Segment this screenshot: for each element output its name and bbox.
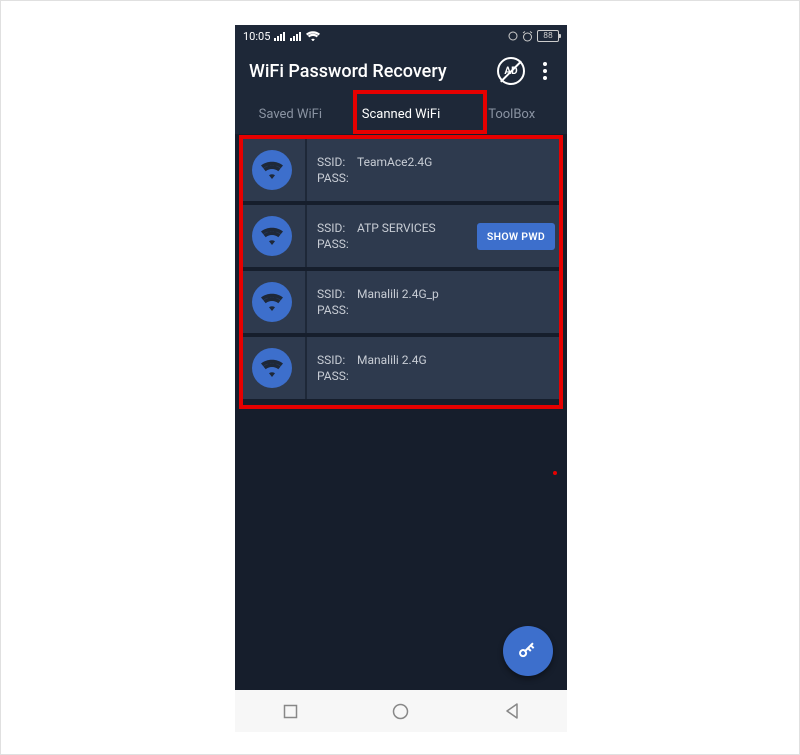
wifi-icon-cell — [239, 337, 307, 399]
red-dot — [553, 471, 557, 475]
signal-icon — [290, 31, 302, 41]
tab-saved-wifi[interactable]: Saved WiFi — [235, 95, 346, 134]
home-button[interactable] — [391, 701, 411, 721]
status-time: 10:05 — [243, 30, 270, 43]
show-password-button[interactable]: SHOW PWD — [477, 223, 555, 250]
wifi-icon-cell — [239, 139, 307, 201]
page-title: WiFi Password Recovery — [249, 61, 497, 82]
pass-label: PASS: — [317, 369, 351, 383]
recent-apps-button[interactable] — [280, 701, 300, 721]
wifi-list-item[interactable]: SSID: Manalili 2.4G PASS: — [239, 337, 563, 399]
pass-label: PASS: — [317, 171, 351, 185]
content-area: SSID: TeamAce2.4G PASS: SSID: ATP SERVICES… — [235, 135, 567, 690]
ssid-value: Manalili 2.4G — [357, 353, 427, 367]
ssid-value: ATP SERVICES — [357, 221, 436, 235]
wifi-info: SSID: ATP SERVICES PASS: — [307, 205, 477, 267]
tab-scanned-wifi[interactable]: Scanned WiFi — [346, 95, 457, 134]
alarm-icon — [522, 31, 533, 42]
wifi-icon — [252, 216, 292, 256]
ad-label: AD — [504, 66, 517, 77]
ssid-label: SSID: — [317, 221, 351, 235]
tab-bar: Saved WiFi Scanned WiFi ToolBox — [235, 95, 567, 135]
wifi-info: SSID: Manalili 2.4G PASS: — [307, 337, 555, 399]
title-bar: WiFi Password Recovery AD — [235, 47, 567, 95]
disable-ads-button[interactable]: AD — [497, 57, 525, 85]
wifi-icon — [252, 282, 292, 322]
signal-icon — [274, 31, 286, 41]
notification-icon — [508, 31, 518, 41]
ssid-label: SSID: — [317, 155, 351, 169]
ssid-label: SSID: — [317, 353, 351, 367]
ssid-value: Manalili 2.4G_p — [357, 287, 439, 301]
wifi-icon — [252, 348, 292, 388]
tab-toolbox[interactable]: ToolBox — [456, 95, 567, 134]
more-button[interactable] — [533, 58, 557, 84]
wifi-icon — [252, 150, 292, 190]
pass-label: PASS: — [317, 237, 351, 251]
wifi-status-icon — [306, 31, 320, 41]
wifi-list-item[interactable]: SSID: Manalili 2.4G_p PASS: — [239, 271, 563, 333]
system-nav-bar — [235, 690, 567, 732]
fab-key-button[interactable] — [503, 626, 553, 676]
back-button[interactable] — [502, 701, 522, 721]
screenshot-frame: 10:05 88 — [0, 0, 800, 755]
ssid-label: SSID: — [317, 287, 351, 301]
wifi-list-item[interactable]: SSID: ATP SERVICES PASS: SHOW PWD — [239, 205, 563, 267]
battery-indicator: 88 — [537, 30, 559, 42]
wifi-info: SSID: TeamAce2.4G PASS: — [307, 139, 555, 201]
key-icon — [516, 639, 540, 663]
wifi-icon-cell — [239, 205, 307, 267]
ssid-value: TeamAce2.4G — [357, 155, 432, 169]
status-bar: 10:05 88 — [235, 25, 567, 47]
phone-screen: 10:05 88 — [235, 25, 567, 732]
wifi-info: SSID: Manalili 2.4G_p PASS: — [307, 271, 555, 333]
pass-label: PASS: — [317, 303, 351, 317]
wifi-list-item[interactable]: SSID: TeamAce2.4G PASS: — [239, 139, 563, 201]
wifi-list: SSID: TeamAce2.4G PASS: SSID: ATP SERVICES… — [239, 139, 563, 399]
wifi-icon-cell — [239, 271, 307, 333]
